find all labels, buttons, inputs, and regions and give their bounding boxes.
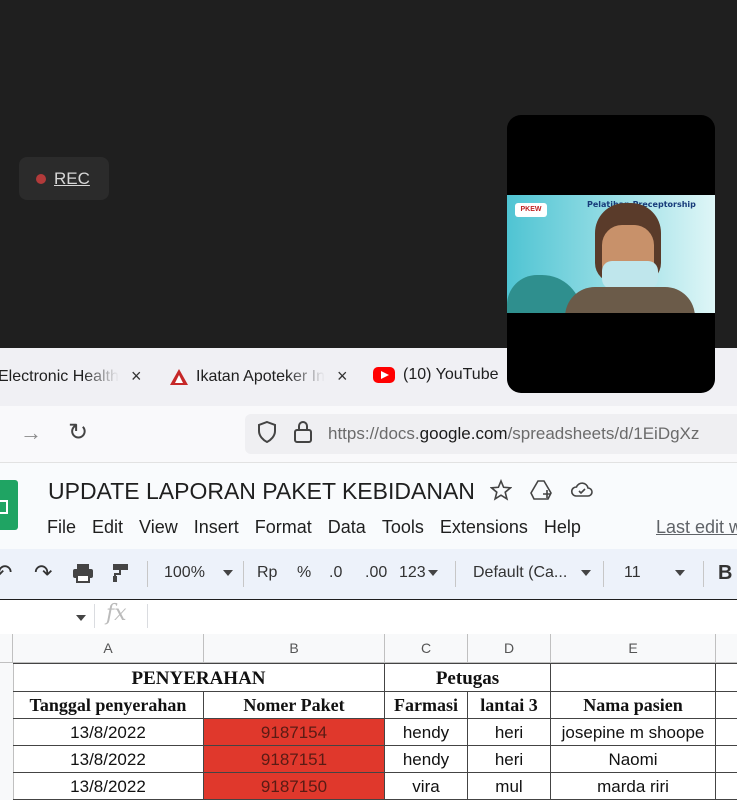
record-dot-icon — [36, 173, 46, 184]
decrease-decimal-button[interactable]: .0 — [329, 564, 342, 582]
video-frame: PKEW Pelatihan Preceptorship — [507, 195, 715, 313]
header-nama-pasien[interactable]: Nama pasien — [551, 692, 716, 719]
rec-label: REC — [54, 168, 90, 188]
cell-nomer-paket[interactable]: 9187150 — [204, 773, 385, 800]
row-header-gutter[interactable] — [0, 663, 14, 800]
menu-data[interactable]: Data — [328, 517, 366, 538]
cell-tanggal[interactable]: 13/8/2022 — [13, 773, 204, 800]
cell-nama-pasien[interactable]: marda riri — [551, 773, 716, 800]
column-header-a[interactable]: A — [13, 634, 204, 663]
tab-label: (10) YouTube — [403, 366, 499, 383]
table-cell[interactable] — [551, 663, 716, 692]
zoom-select[interactable]: 100% — [164, 564, 233, 582]
formula-input[interactable] — [150, 602, 737, 630]
menu-help[interactable]: Help — [544, 517, 581, 538]
document-title[interactable]: UPDATE LAPORAN PAKET KEBIDANAN — [48, 478, 475, 505]
formula-divider — [94, 604, 95, 628]
cloud-status-icon[interactable] — [570, 479, 594, 501]
column-header-c[interactable]: C — [385, 634, 468, 663]
cell-lantai-3[interactable]: mul — [468, 773, 551, 800]
navigation-bar: → ↻ https://docs.google.com/spreadsheets… — [0, 406, 737, 463]
cell-tanggal[interactable]: 13/8/2022 — [13, 719, 204, 746]
header-lantai-3[interactable]: lantai 3 — [468, 692, 551, 719]
toolbar-divider — [455, 561, 456, 587]
menu-edit[interactable]: Edit — [92, 517, 123, 538]
percent-format-button[interactable]: % — [297, 564, 311, 582]
cell-nama-pasien[interactable]: josepine m shoope — [551, 719, 716, 746]
table-cell[interactable] — [716, 692, 737, 719]
tab-ikatan-apoteker[interactable]: Ikatan Apoteker In × — [170, 366, 348, 387]
header-penyerahan[interactable]: PENYERAHAN — [13, 663, 385, 692]
slide-logo: PKEW — [515, 203, 547, 217]
column-header-d[interactable]: D — [468, 634, 551, 663]
cell-nama-pasien[interactable]: Naomi — [551, 746, 716, 773]
cell-farmasi[interactable]: hendy — [385, 746, 468, 773]
toolbar-divider — [703, 561, 704, 587]
forward-arrow-icon[interactable]: → — [20, 420, 42, 446]
youtube-icon — [373, 367, 395, 383]
cell-lantai-3[interactable]: heri — [468, 719, 551, 746]
header-nomer-paket[interactable]: Nomer Paket — [204, 692, 385, 719]
participant-mask — [602, 261, 658, 289]
column-header-e[interactable]: E — [551, 634, 716, 663]
column-header-f[interactable] — [716, 634, 737, 663]
table-cell[interactable] — [716, 663, 737, 692]
cell-farmasi[interactable]: hendy — [385, 719, 468, 746]
close-icon[interactable]: × — [131, 366, 142, 387]
cell-nomer-paket[interactable]: 9187151 — [204, 746, 385, 773]
toolbar-divider — [603, 561, 604, 587]
tab-electronic-health[interactable]: Electronic Health × — [0, 366, 141, 387]
url-text[interactable]: https://docs.google.com/spreadsheets/d/1… — [328, 424, 699, 444]
google-sheets-icon[interactable] — [0, 480, 18, 530]
star-icon[interactable] — [490, 479, 512, 501]
menu-bar: File Edit View Insert Format Data Tools … — [47, 517, 581, 538]
increase-decimal-button[interactable]: .00 — [365, 564, 387, 582]
apoteker-logo-icon — [170, 368, 188, 385]
header-petugas[interactable]: Petugas — [385, 663, 551, 692]
fx-icon: fx — [106, 601, 127, 626]
last-edit-link[interactable]: Last edit w — [656, 517, 737, 538]
menu-tools[interactable]: Tools — [382, 517, 424, 538]
menu-insert[interactable]: Insert — [194, 517, 239, 538]
header-tanggal-penyerahan[interactable]: Tanggal penyerahan — [13, 692, 204, 719]
cell-lantai-3[interactable]: heri — [468, 746, 551, 773]
column-header-b[interactable]: B — [204, 634, 385, 663]
shield-icon[interactable] — [257, 421, 277, 443]
header-farmasi[interactable]: Farmasi — [385, 692, 468, 719]
font-size-select[interactable]: 11 — [624, 564, 685, 582]
redo-icon[interactable]: ↷ — [34, 560, 52, 586]
menu-view[interactable]: View — [139, 517, 178, 538]
lock-icon[interactable] — [293, 420, 313, 444]
tab-label: Ikatan Apoteker In — [196, 367, 325, 385]
close-icon[interactable]: × — [337, 366, 348, 387]
print-icon[interactable] — [72, 563, 94, 583]
cell-farmasi[interactable]: vira — [385, 773, 468, 800]
bold-button[interactable]: B — [718, 562, 732, 585]
paint-format-icon[interactable] — [112, 563, 130, 583]
table-cell[interactable] — [716, 773, 737, 800]
table-cell[interactable] — [716, 719, 737, 746]
menu-extensions[interactable]: Extensions — [440, 517, 528, 538]
cell-nomer-paket[interactable]: 9187154 — [204, 719, 385, 746]
undo-icon[interactable]: ↶ — [0, 560, 12, 586]
select-all-corner[interactable] — [0, 634, 13, 663]
tab-youtube[interactable]: (10) YouTube — [373, 366, 498, 384]
move-to-drive-icon[interactable] — [530, 479, 554, 501]
menu-file[interactable]: File — [47, 517, 76, 538]
name-box-dropdown-icon[interactable] — [76, 615, 86, 621]
reload-icon[interactable]: ↻ — [68, 418, 88, 447]
cell-tanggal[interactable]: 13/8/2022 — [13, 746, 204, 773]
number-format-select[interactable]: 123 — [399, 564, 438, 582]
tab-label: Electronic Health — [0, 367, 119, 385]
toolbar-divider — [147, 561, 148, 587]
currency-format-button[interactable]: Rp — [257, 564, 277, 582]
participant-video-tile[interactable]: PKEW Pelatihan Preceptorship — [507, 115, 715, 393]
toolbar-divider — [243, 561, 244, 587]
formula-divider — [147, 604, 148, 628]
table-cell[interactable] — [716, 746, 737, 773]
recording-indicator[interactable]: REC — [19, 157, 109, 200]
menu-format[interactable]: Format — [255, 517, 312, 538]
participant-body — [565, 287, 695, 313]
font-family-select[interactable]: Default (Ca... — [473, 564, 592, 582]
